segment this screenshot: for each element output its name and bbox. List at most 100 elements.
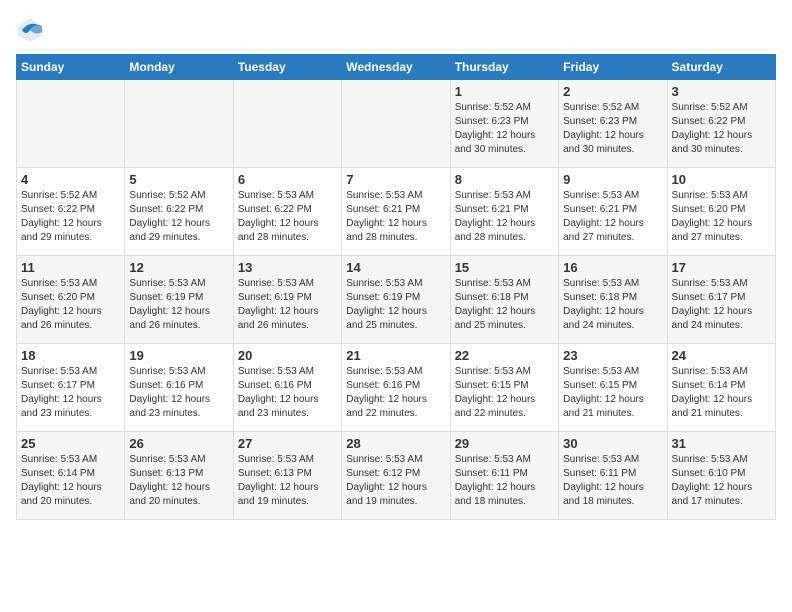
day-number: 17 <box>672 260 771 275</box>
calendar-cell: 15 Sunrise: 5:53 AM Sunset: 6:18 PM Dayli… <box>450 256 558 344</box>
calendar-week-row: 25 Sunrise: 5:53 AM Sunset: 6:14 PM Dayli… <box>17 432 776 520</box>
day-number: 16 <box>563 260 662 275</box>
day-number: 10 <box>672 172 771 187</box>
calendar-week-row: 4 Sunrise: 5:52 AM Sunset: 6:22 PM Daylig… <box>17 168 776 256</box>
calendar-cell: 7 Sunrise: 5:53 AM Sunset: 6:21 PM Daylig… <box>342 168 450 256</box>
calendar-cell: 6 Sunrise: 5:53 AM Sunset: 6:22 PM Daylig… <box>233 168 341 256</box>
day-number: 27 <box>238 436 337 451</box>
calendar-cell: 18Sunrise: 5:53 AM Sunset: 6:17 PM Dayli… <box>17 344 125 432</box>
calendar-table: SundayMondayTuesdayWednesdayThursdayFrid… <box>16 54 776 520</box>
calendar-cell: 8Sunrise: 5:53 AM Sunset: 6:21 PM Daylig… <box>450 168 558 256</box>
calendar-cell: 24Sunrise: 5:53 AM Sunset: 6:14 PM Dayli… <box>667 344 775 432</box>
calendar-cell: 20 Sunrise: 5:53 AM Sunset: 6:16 PM Dayli… <box>233 344 341 432</box>
day-number: 8 <box>455 172 554 187</box>
weekday-header-monday: Monday <box>125 55 233 80</box>
calendar-cell <box>233 80 341 168</box>
calendar-week-row: 1 Sunrise: 5:52 AM Sunset: 6:23 PM Daylig… <box>17 80 776 168</box>
calendar-cell: 19 Sunrise: 5:53 AM Sunset: 6:16 PM Dayli… <box>125 344 233 432</box>
calendar-cell <box>17 80 125 168</box>
calendar-cell <box>125 80 233 168</box>
calendar-cell <box>342 80 450 168</box>
day-info: Sunrise: 5:53 AM Sunset: 6:13 PM Dayligh… <box>129 453 228 509</box>
day-number: 20 <box>238 348 337 363</box>
day-info: Sunrise: 5:53 AM Sunset: 6:19 PM Dayligh… <box>238 277 337 333</box>
day-info: Sunrise: 5:53 AM Sunset: 6:20 PM Dayligh… <box>672 189 771 245</box>
calendar-cell: 23 Sunrise: 5:53 AM Sunset: 6:15 PM Dayli… <box>559 344 667 432</box>
day-number: 21 <box>346 348 445 363</box>
day-info: Sunrise: 5:53 AM Sunset: 6:10 PM Dayligh… <box>672 453 771 509</box>
day-number: 7 <box>346 172 445 187</box>
calendar-cell: 5 Sunrise: 5:52 AM Sunset: 6:22 PM Daylig… <box>125 168 233 256</box>
day-info: Sunrise: 5:53 AM Sunset: 6:21 PM Dayligh… <box>563 189 662 245</box>
calendar-cell: 3Sunrise: 5:52 AM Sunset: 6:22 PM Daylig… <box>667 80 775 168</box>
calendar-cell: 30Sunrise: 5:53 AM Sunset: 6:11 PM Dayli… <box>559 432 667 520</box>
day-info: Sunrise: 5:53 AM Sunset: 6:16 PM Dayligh… <box>129 365 228 421</box>
logo-icon <box>16 16 44 44</box>
day-info: Sunrise: 5:53 AM Sunset: 6:13 PM Dayligh… <box>238 453 337 509</box>
page-header <box>16 16 776 44</box>
calendar-cell: 26 Sunrise: 5:53 AM Sunset: 6:13 PM Dayli… <box>125 432 233 520</box>
day-number: 4 <box>21 172 120 187</box>
calendar-cell: 12 Sunrise: 5:53 AM Sunset: 6:19 PM Dayli… <box>125 256 233 344</box>
day-info: Sunrise: 5:53 AM Sunset: 6:20 PM Dayligh… <box>21 277 120 333</box>
calendar-cell: 13 Sunrise: 5:53 AM Sunset: 6:19 PM Dayli… <box>233 256 341 344</box>
day-info: Sunrise: 5:53 AM Sunset: 6:14 PM Dayligh… <box>672 365 771 421</box>
day-number: 11 <box>21 260 120 275</box>
calendar-cell: 28 Sunrise: 5:53 AM Sunset: 6:12 PM Dayli… <box>342 432 450 520</box>
calendar-cell: 4Sunrise: 5:52 AM Sunset: 6:22 PM Daylig… <box>17 168 125 256</box>
calendar-week-row: 18Sunrise: 5:53 AM Sunset: 6:17 PM Dayli… <box>17 344 776 432</box>
calendar-cell: 1 Sunrise: 5:52 AM Sunset: 6:23 PM Daylig… <box>450 80 558 168</box>
day-info: Sunrise: 5:53 AM Sunset: 6:14 PM Dayligh… <box>21 453 120 509</box>
calendar-cell: 22Sunrise: 5:53 AM Sunset: 6:15 PM Dayli… <box>450 344 558 432</box>
day-info: Sunrise: 5:52 AM Sunset: 6:23 PM Dayligh… <box>455 101 554 157</box>
day-info: Sunrise: 5:53 AM Sunset: 6:18 PM Dayligh… <box>563 277 662 333</box>
day-number: 2 <box>563 84 662 99</box>
day-info: Sunrise: 5:53 AM Sunset: 6:16 PM Dayligh… <box>238 365 337 421</box>
day-number: 6 <box>238 172 337 187</box>
calendar-cell: 16 Sunrise: 5:53 AM Sunset: 6:18 PM Dayli… <box>559 256 667 344</box>
day-info: Sunrise: 5:52 AM Sunset: 6:22 PM Dayligh… <box>129 189 228 245</box>
day-info: Sunrise: 5:52 AM Sunset: 6:22 PM Dayligh… <box>672 101 771 157</box>
calendar-cell: 2 Sunrise: 5:52 AM Sunset: 6:23 PM Daylig… <box>559 80 667 168</box>
calendar-cell: 21 Sunrise: 5:53 AM Sunset: 6:16 PM Dayli… <box>342 344 450 432</box>
day-info: Sunrise: 5:53 AM Sunset: 6:12 PM Dayligh… <box>346 453 445 509</box>
weekday-header-wednesday: Wednesday <box>342 55 450 80</box>
day-number: 15 <box>455 260 554 275</box>
calendar-cell: 17 Sunrise: 5:53 AM Sunset: 6:17 PM Dayli… <box>667 256 775 344</box>
day-info: Sunrise: 5:53 AM Sunset: 6:17 PM Dayligh… <box>672 277 771 333</box>
weekday-header-row: SundayMondayTuesdayWednesdayThursdayFrid… <box>17 55 776 80</box>
day-info: Sunrise: 5:52 AM Sunset: 6:23 PM Dayligh… <box>563 101 662 157</box>
day-info: Sunrise: 5:53 AM Sunset: 6:18 PM Dayligh… <box>455 277 554 333</box>
day-info: Sunrise: 5:53 AM Sunset: 6:22 PM Dayligh… <box>238 189 337 245</box>
day-info: Sunrise: 5:53 AM Sunset: 6:21 PM Dayligh… <box>346 189 445 245</box>
day-number: 22 <box>455 348 554 363</box>
day-info: Sunrise: 5:53 AM Sunset: 6:16 PM Dayligh… <box>346 365 445 421</box>
day-number: 18 <box>21 348 120 363</box>
day-info: Sunrise: 5:53 AM Sunset: 6:15 PM Dayligh… <box>563 365 662 421</box>
day-number: 9 <box>563 172 662 187</box>
day-info: Sunrise: 5:53 AM Sunset: 6:19 PM Dayligh… <box>129 277 228 333</box>
calendar-cell: 10 Sunrise: 5:53 AM Sunset: 6:20 PM Dayli… <box>667 168 775 256</box>
calendar-cell: 29Sunrise: 5:53 AM Sunset: 6:11 PM Dayli… <box>450 432 558 520</box>
day-number: 29 <box>455 436 554 451</box>
day-number: 28 <box>346 436 445 451</box>
day-number: 1 <box>455 84 554 99</box>
logo <box>16 16 48 44</box>
calendar-cell: 31 Sunrise: 5:53 AM Sunset: 6:10 PM Dayli… <box>667 432 775 520</box>
day-number: 12 <box>129 260 228 275</box>
day-number: 26 <box>129 436 228 451</box>
day-number: 31 <box>672 436 771 451</box>
calendar-cell: 14Sunrise: 5:53 AM Sunset: 6:19 PM Dayli… <box>342 256 450 344</box>
day-number: 30 <box>563 436 662 451</box>
day-number: 23 <box>563 348 662 363</box>
weekday-header-tuesday: Tuesday <box>233 55 341 80</box>
day-number: 19 <box>129 348 228 363</box>
day-number: 25 <box>21 436 120 451</box>
calendar-cell: 11 Sunrise: 5:53 AM Sunset: 6:20 PM Dayli… <box>17 256 125 344</box>
weekday-header-sunday: Sunday <box>17 55 125 80</box>
weekday-header-friday: Friday <box>559 55 667 80</box>
weekday-header-saturday: Saturday <box>667 55 775 80</box>
day-number: 13 <box>238 260 337 275</box>
day-info: Sunrise: 5:53 AM Sunset: 6:19 PM Dayligh… <box>346 277 445 333</box>
day-number: 5 <box>129 172 228 187</box>
